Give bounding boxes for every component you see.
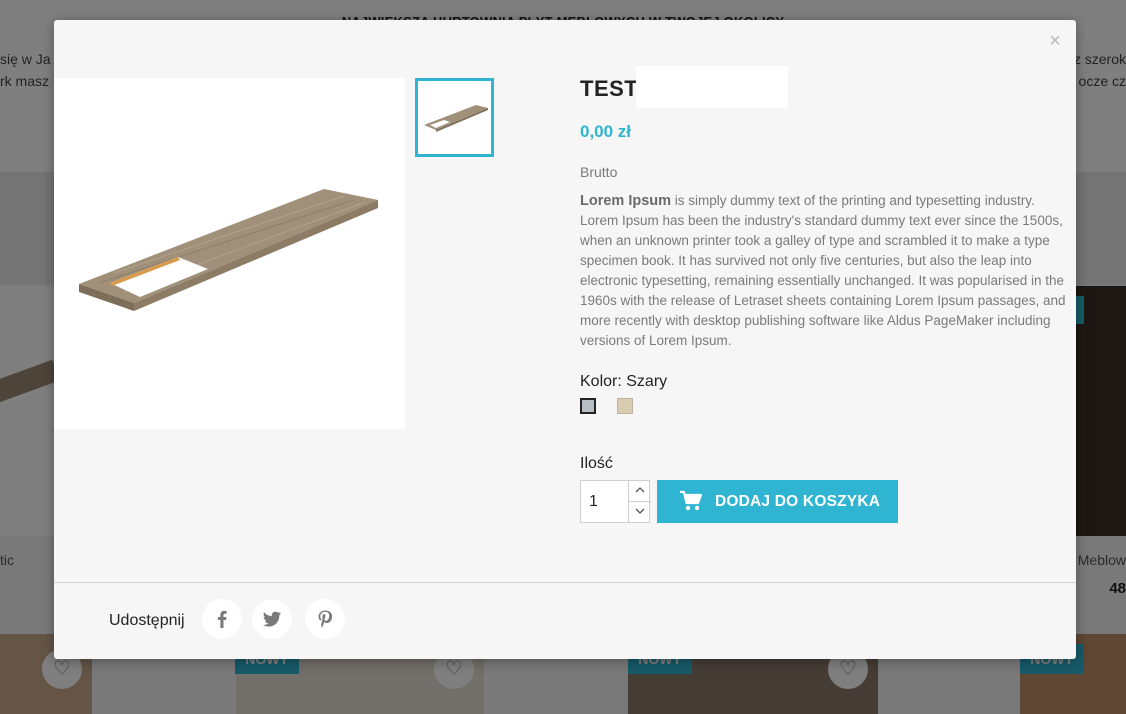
description-bold: Lorem Ipsum xyxy=(580,193,672,209)
facebook-share-button[interactable] xyxy=(202,599,242,639)
quantity-stepper xyxy=(580,480,651,523)
tax-label: Brutto xyxy=(580,164,618,180)
description-text: is simply dummy text of the printing and… xyxy=(580,193,1066,348)
twitter-icon xyxy=(263,611,281,627)
close-button[interactable]: × xyxy=(1044,30,1066,52)
add-to-cart-button[interactable]: DODAJ DO KOSZYKA xyxy=(657,480,898,523)
quick-view-modal: × TEST 0,00 zł Brutto Lorem Ipsum is sim… xyxy=(54,20,1076,659)
product-cover-image[interactable] xyxy=(54,78,405,429)
add-to-cart-label: DODAJ DO KOSZYKA xyxy=(715,493,881,510)
quantity-input[interactable] xyxy=(581,481,635,522)
countertop-image xyxy=(79,189,378,311)
chevron-up-icon xyxy=(635,487,645,493)
color-swatch-szary[interactable] xyxy=(580,398,596,414)
footer-divider xyxy=(54,582,1076,583)
product-description: Lorem Ipsum is simply dummy text of the … xyxy=(580,191,1076,351)
quantity-increase-button[interactable] xyxy=(628,481,651,502)
shopping-cart-icon xyxy=(680,490,703,511)
quantity-decrease-button[interactable] xyxy=(628,502,651,522)
chevron-down-icon xyxy=(635,508,645,514)
product-title: TEST xyxy=(580,76,639,101)
product-price: 0,00 zł xyxy=(580,122,632,141)
color-swatch-beige[interactable] xyxy=(617,398,633,414)
facebook-icon xyxy=(218,610,227,628)
color-label: Kolor: Szary xyxy=(580,373,668,390)
quantity-label: Ilość xyxy=(580,455,613,472)
countertop-thumbnail xyxy=(424,105,488,132)
pinterest-share-button[interactable] xyxy=(305,599,345,639)
pinterest-icon xyxy=(318,610,333,628)
product-thumbnail[interactable] xyxy=(415,78,494,157)
twitter-share-button[interactable] xyxy=(252,599,292,639)
redaction-box xyxy=(636,66,788,108)
share-label: Udostępnij xyxy=(109,612,185,629)
